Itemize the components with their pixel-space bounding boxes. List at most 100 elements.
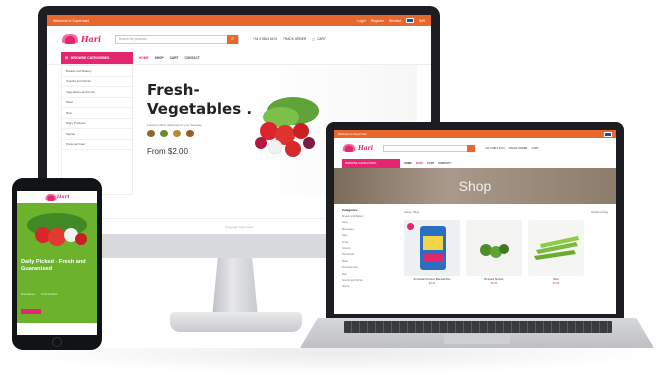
- hero-subtitle: Fresh produce delivered to your doorstep: [147, 123, 202, 127]
- shop-banner: Shop: [334, 168, 616, 204]
- category-item[interactable]: Vegetables and Fruits: [62, 87, 132, 98]
- product-image: [528, 220, 584, 276]
- phone-screen: Hari Daily Picked - Fresh and Guaranteed…: [17, 191, 97, 335]
- sort-select[interactable]: Default sorting: [591, 211, 608, 214]
- search-icon: ⌕: [230, 35, 235, 42]
- cart-icon: 🛒: [312, 37, 317, 41]
- category-item[interactable]: Spices: [62, 129, 132, 140]
- cart-link[interactable]: 🛒 CART: [312, 37, 326, 41]
- desktop-topbar: Welcome to Supermart Login Register Wish…: [47, 15, 431, 26]
- product-name[interactable]: Brussels Sprouts: [466, 278, 522, 281]
- category-item[interactable]: Breads and Bakery: [62, 66, 132, 77]
- browse-categories-button[interactable]: BROWSE CATEGORIES: [342, 158, 400, 168]
- phone-number: +91 9 9814 6474: [253, 37, 278, 41]
- sprouts-image: [480, 244, 509, 258]
- laptop-topbar-welcome: Welcome to Supermart: [338, 132, 367, 136]
- shop-sidebar: Categories Breads and Bakery Dairy Bever…: [342, 208, 398, 292]
- laptop-body: Categories Breads and Bakery Dairy Bever…: [334, 204, 616, 296]
- search-button[interactable]: ⌕: [227, 34, 238, 44]
- nav-contact[interactable]: CONTACT: [184, 56, 199, 60]
- hero-feature-icons: [147, 130, 194, 137]
- category-item[interactable]: Meat: [62, 98, 132, 108]
- laptop-topbar: Welcome to Supermart: [334, 130, 616, 138]
- flag-icon[interactable]: [405, 18, 414, 23]
- product-name[interactable]: Okra: [528, 278, 584, 281]
- laptop: Welcome to Supermart Hari +91 9 9814 647…: [326, 122, 624, 320]
- topbar-welcome: Welcome to Supermart: [53, 18, 89, 23]
- hero-title-line2: Vegetables .: [147, 100, 253, 118]
- site-logo[interactable]: Hari: [61, 34, 101, 44]
- nav-shop[interactable]: SHOP: [416, 162, 423, 165]
- laptop-screen: Welcome to Supermart Hari +91 9 9814 647…: [334, 130, 616, 314]
- search-bar[interactable]: Search for products ⌕: [115, 34, 239, 44]
- browse-categories-button[interactable]: ☰ BROWSE CATEGORIES: [61, 52, 133, 64]
- phone-hero-meta: Free Delivery Fresh Products: [21, 293, 57, 296]
- hero-price: From $2.00: [147, 147, 188, 156]
- site-logo[interactable]: Hari: [342, 144, 373, 152]
- hero-title-line1: Fresh-: [147, 81, 200, 99]
- logo-wordmark: Hari: [56, 194, 70, 200]
- produce-icon: [186, 130, 194, 137]
- nav-shop[interactable]: SHOP: [155, 56, 164, 60]
- category-item[interactable]: Snacks and Drinks: [62, 77, 132, 87]
- nav-cart[interactable]: CART: [170, 56, 179, 60]
- sidebar-heading: Categories: [342, 208, 358, 212]
- logo-wordmark: Hari: [81, 34, 101, 44]
- responsive-devices-mockup: Welcome to Supermart Login Register Wish…: [0, 0, 670, 392]
- laptop-trackpad: [444, 334, 510, 344]
- okra-image: [534, 236, 579, 260]
- vegetables-image: [27, 213, 87, 246]
- search-input[interactable]: Search for products: [119, 37, 147, 41]
- flag-icon[interactable]: [604, 131, 612, 137]
- track-order-link[interactable]: TRACK ORDER: [283, 37, 306, 41]
- hero-title: Fresh- Vegetables .: [147, 81, 252, 119]
- home-button-icon[interactable]: [52, 337, 62, 347]
- laptop-keyboard: [344, 321, 612, 333]
- logo-wordmark: Hari: [358, 144, 373, 152]
- cart-label: CART: [317, 37, 326, 41]
- phone-shop-button[interactable]: [21, 309, 41, 314]
- product-name[interactable]: Sri Kerala Premium Basmati Rice: [404, 278, 460, 281]
- sort-bar: Home / Shop Default sorting: [404, 208, 608, 216]
- topbar-register-link[interactable]: Register: [371, 19, 384, 23]
- product-card[interactable]: Brussels Sprouts $2.00: [466, 220, 522, 285]
- search-input[interactable]: [383, 144, 475, 152]
- product-price: $2.00: [490, 282, 498, 285]
- cart-link[interactable]: CART: [531, 147, 538, 150]
- currency-selector[interactable]: INR: [419, 19, 425, 23]
- category-item[interactable]: Personal Care: [62, 140, 132, 150]
- browse-categories-label: BROWSE CATEGORIES: [71, 56, 110, 60]
- lotus-logo-icon: [342, 144, 356, 152]
- shop-main: Home / Shop Default sorting Sri Kerala P…: [404, 208, 608, 292]
- topbar-wishlist-link[interactable]: Wishlist: [389, 19, 401, 23]
- nav-contact[interactable]: CONTACT: [438, 162, 451, 165]
- product-card[interactable]: Sri Kerala Premium Basmati Rice $3.00: [404, 220, 460, 285]
- track-order-link[interactable]: TRACK ORDER: [509, 147, 528, 150]
- laptop-nav: BROWSE CATEGORIES HOME SHOP CART CONTACT: [334, 158, 616, 168]
- category-item[interactable]: Dairy Products: [62, 119, 132, 129]
- phone-number: +91 9 9814 6474: [485, 146, 505, 150]
- phone-meta-item: Fresh Products: [41, 293, 58, 296]
- phone-header: Hari: [17, 191, 97, 203]
- nav-home[interactable]: HOME: [139, 56, 149, 60]
- nav-cart[interactable]: CART: [427, 162, 434, 165]
- lotus-logo-icon: [44, 193, 57, 201]
- vegetables-image: [255, 97, 319, 157]
- product-image: [404, 220, 460, 276]
- nav-home[interactable]: HOME: [404, 162, 412, 165]
- smartphone: Hari Daily Picked - Fresh and Guaranteed…: [12, 178, 102, 350]
- product-price: $3.00: [428, 282, 436, 285]
- monitor-stand-base: [170, 312, 302, 332]
- breadcrumb: Home / Shop: [404, 210, 420, 214]
- product-price: $1.50: [552, 282, 560, 285]
- category-item[interactable]: Rice: [62, 108, 132, 119]
- topbar-login-link[interactable]: Login: [357, 19, 366, 23]
- lotus-logo-icon: [61, 34, 79, 44]
- phone-meta-item: Free Delivery: [21, 293, 36, 296]
- phone-hero[interactable]: Daily Picked - Fresh and Guaranteed Free…: [17, 203, 97, 323]
- product-card[interactable]: Okra $1.50: [528, 220, 584, 285]
- produce-icon: [160, 130, 168, 137]
- sidebar-item[interactable]: Spices: [342, 285, 398, 291]
- menu-icon: ☰: [65, 56, 69, 60]
- laptop-header-right: +91 9 9814 6474 TRACK ORDER CART: [485, 147, 538, 150]
